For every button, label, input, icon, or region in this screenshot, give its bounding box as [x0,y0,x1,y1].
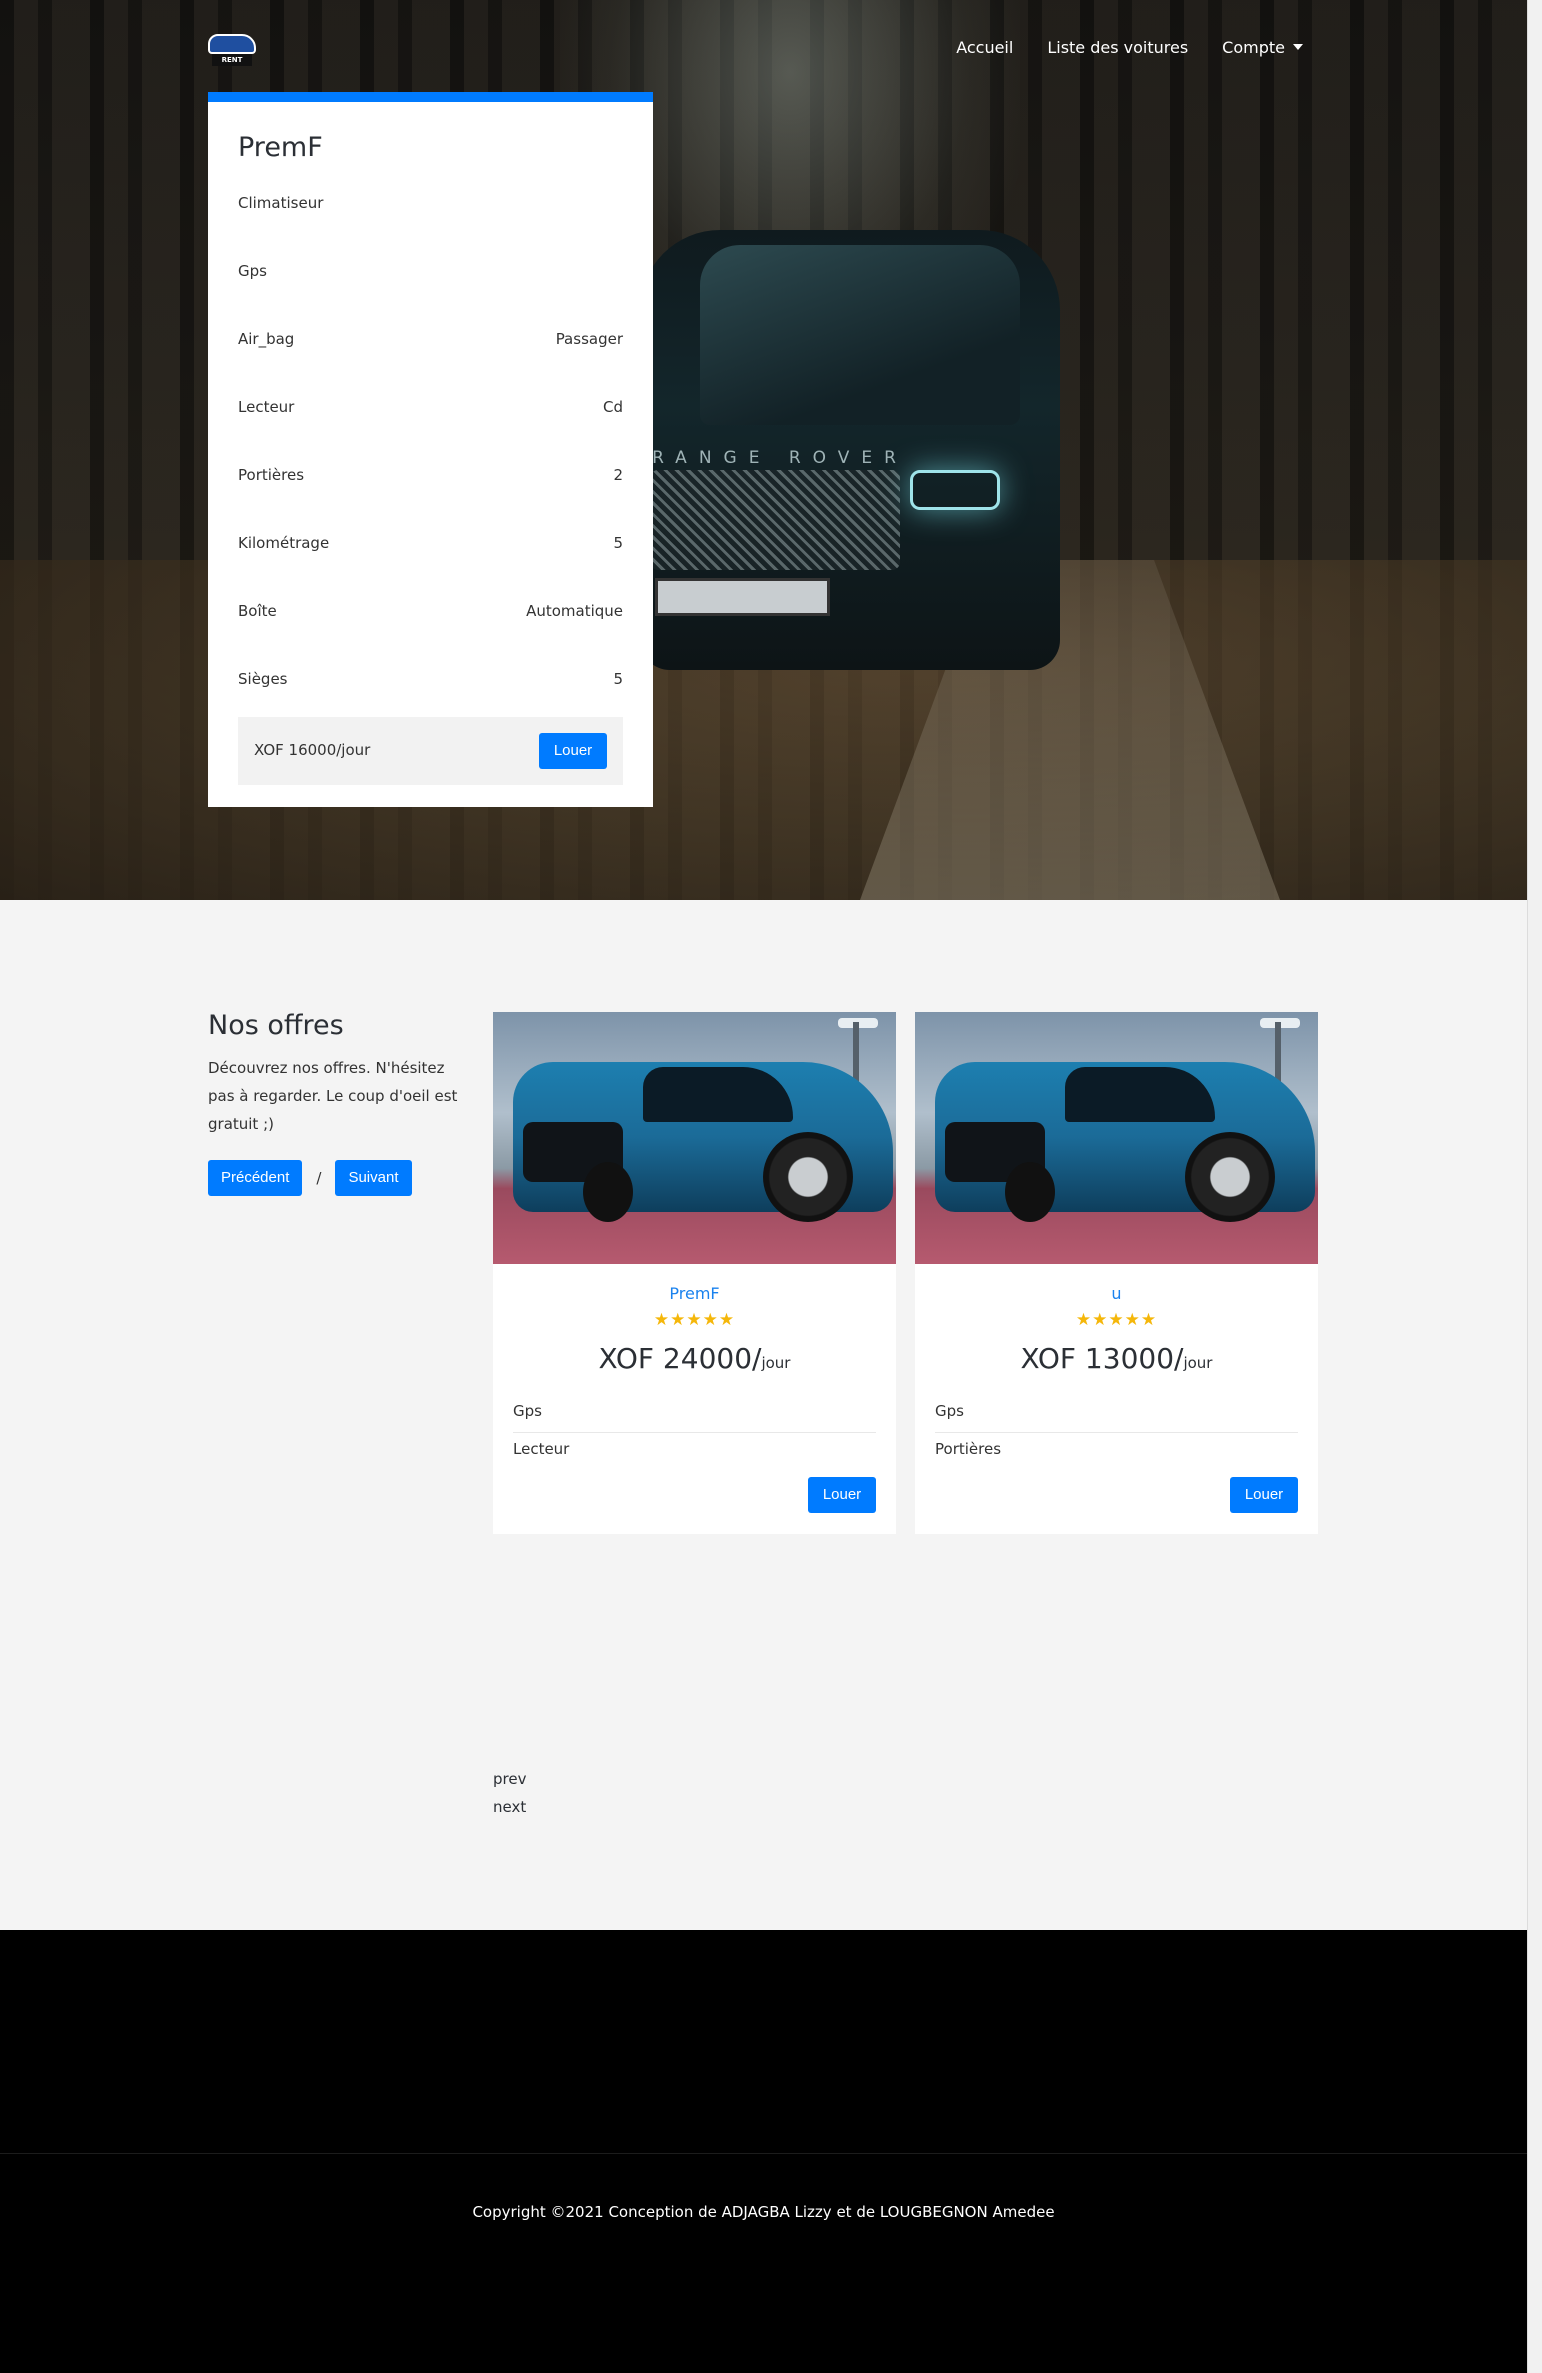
offer-price: XOF 13000/jour [915,1342,1318,1375]
offers-description: Découvrez nos offres. N'hésitez pas à re… [208,1059,458,1133]
pagination-prev-link[interactable]: prev [493,1765,526,1793]
offers-section: Nos offres Découvrez nos offres. N'hésit… [0,900,1527,1930]
spec-value: Cd [603,398,623,416]
spec-row: Boîte Automatique [238,602,623,632]
spec-label: Boîte [238,602,277,620]
caret-down-icon [1293,44,1303,50]
rent-button[interactable]: Louer [1230,1477,1298,1513]
offer-price-unit: jour [1183,1354,1213,1372]
spec-label: Kilométrage [238,534,330,552]
spec-row: Portières 2 [238,466,623,496]
copyright-text: Copyright ©2021 Conception de ADJAGBA Li… [472,2203,1055,2221]
spec-label: Portières [238,466,305,484]
spec-row: Kilométrage 5 [238,534,623,564]
star-rating-icon: ★★★★★ [653,1310,736,1330]
hero-car-headlight [910,470,1000,510]
spec-value: Passager [555,330,623,348]
spec-label: Air_bag [238,330,295,348]
spec-label: Gps [238,262,267,280]
offer-card: u ★★★★★ XOF 13000/jour Gps Portières Lou… [915,1012,1318,1534]
offer-car-image [915,1012,1318,1264]
car-spec-title: PremF [238,132,323,163]
spec-label: Sièges [238,670,288,688]
footer-divider [0,2153,1527,2154]
spec-row: Lecteur Cd [238,398,623,428]
spec-label: Lecteur [238,398,295,416]
star-rating-icon: ★★★★★ [1075,1310,1158,1330]
spec-value: 2 [613,466,623,484]
previous-button[interactable]: Précédent [208,1160,303,1196]
footer: Copyright ©2021 Conception de ADJAGBA Li… [0,1930,1527,2373]
car-window [643,1067,793,1122]
offer-card: PremF ★★★★★ XOF 24000/jour Gps Lecteur L… [493,1012,896,1534]
offer-car-image [493,1012,896,1264]
spec-value: Automatique [526,602,623,620]
nav-link-accueil[interactable]: Accueil [956,38,1013,57]
offer-price: XOF 24000/jour [493,1342,896,1375]
offers-title: Nos offres [208,1010,344,1041]
rent-button[interactable]: Louer [539,733,607,769]
offer-feature: Lecteur [513,1440,570,1458]
offer-feature: Gps [935,1402,1298,1433]
car-icon [208,34,256,54]
page-scrollbar[interactable] [1527,0,1542,2373]
spec-row: Gps [238,262,623,292]
offer-price-value: XOF 13000/ [1020,1342,1184,1375]
price-box: XOF 16000/jour Louer [238,717,623,785]
car-wheel [763,1132,853,1222]
pagination-links: prev next [493,1765,526,1821]
nav-dropdown-compte[interactable]: Compte [1222,38,1303,57]
navbar: RENT Accueil Liste des voitures Compte [0,0,1527,100]
offer-name-link[interactable]: u [915,1284,1318,1303]
brand-logo[interactable]: RENT [208,30,256,66]
nav-links: Accueil Liste des voitures Compte [956,38,1303,57]
hero-car-plate [655,578,830,616]
offer-feature: Gps [513,1402,876,1433]
car-window [1065,1067,1215,1122]
car-wheel [1185,1132,1275,1222]
offer-name-link[interactable]: PremF [493,1284,896,1303]
offer-feature: Portières [935,1440,1002,1458]
car-spec-card: PremF Climatiseur Gps Air_bag Passager Le… [208,92,653,807]
hero-car-windshield [700,245,1020,425]
offers-pager: Précédent / Suivant [208,1160,412,1196]
rent-button[interactable]: Louer [808,1477,876,1513]
spec-value: 5 [613,670,623,688]
spec-value: 5 [613,534,623,552]
hero-car-badge: RANGE ROVER [652,448,908,468]
spec-label: Climatiseur [238,194,324,212]
car-wheel [583,1162,633,1222]
nav-link-liste-voitures[interactable]: Liste des voitures [1047,38,1188,57]
logo-label: RENT [212,54,252,66]
pagination-next-link[interactable]: next [493,1793,526,1821]
hero-car-grille [650,470,900,570]
spec-row: Air_bag Passager [238,330,623,360]
offer-price-value: XOF 24000/ [598,1342,762,1375]
pager-separator: / [316,1169,322,1187]
offer-price-unit: jour [761,1354,791,1372]
nav-dropdown-label: Compte [1222,38,1285,57]
price-per-day: XOF 16000/jour [254,741,371,759]
car-wheel [1005,1162,1055,1222]
next-button[interactable]: Suivant [335,1160,412,1196]
spec-row: Sièges 5 [238,670,623,700]
spec-row: Climatiseur [238,194,623,224]
